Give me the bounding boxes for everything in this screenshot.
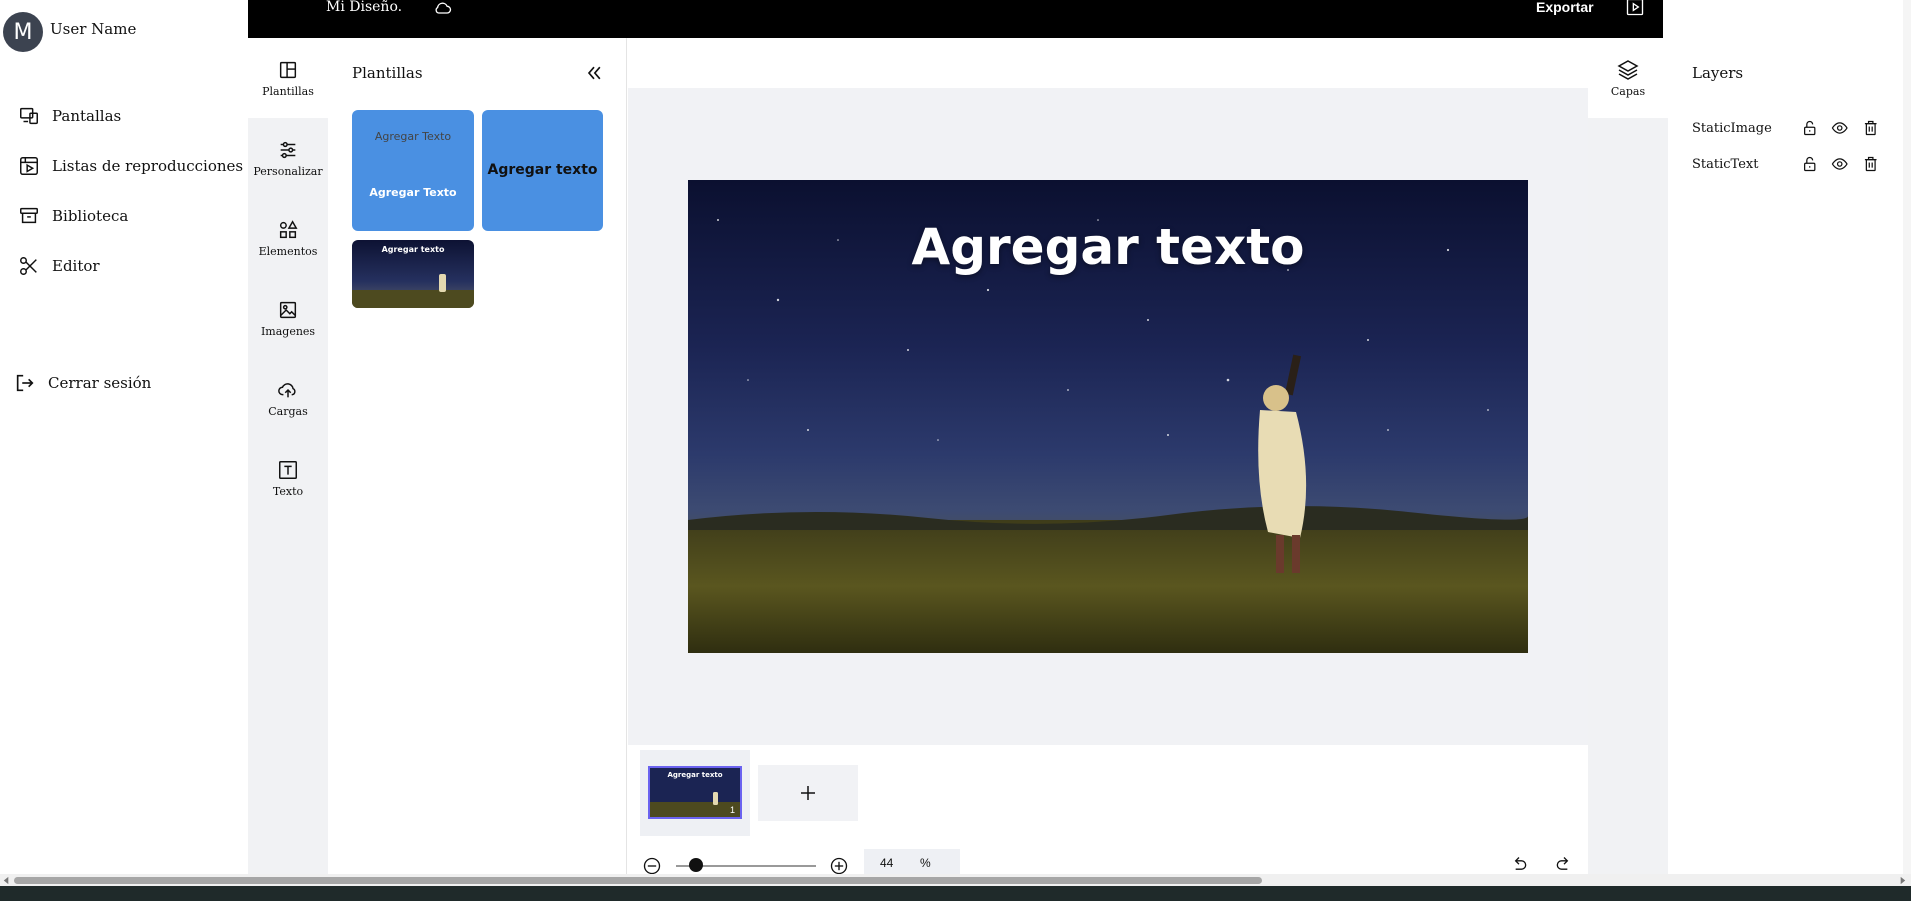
tool-label: Elementos — [258, 244, 318, 258]
top-bar — [248, 0, 1663, 38]
layer-name: StaticText — [1692, 156, 1759, 172]
screens-icon — [20, 107, 38, 125]
playlist-icon — [20, 157, 38, 175]
panel-title: Plantillas — [352, 64, 423, 82]
canvas-toolbar — [628, 38, 1588, 88]
tool-elementos[interactable]: Elementos — [248, 198, 328, 278]
template-text: Agregar Texto — [374, 130, 452, 143]
zoom-unit: % — [920, 856, 931, 870]
tab-label: Capas — [1610, 85, 1646, 98]
tool-texto[interactable]: Texto — [248, 438, 328, 518]
template-card-3[interactable]: Agregar texto — [352, 240, 474, 308]
logout-icon — [16, 374, 34, 392]
vertical-scrollbar[interactable] — [1903, 0, 1911, 874]
preview-play-icon[interactable] — [1625, 0, 1645, 17]
eye-icon[interactable] — [1831, 155, 1848, 173]
trash-icon[interactable] — [1862, 119, 1879, 137]
template-card-2[interactable]: Agregar texto — [482, 110, 603, 231]
layers-rail — [1588, 38, 1668, 874]
tool-label: Plantillas — [262, 84, 314, 98]
image-icon — [279, 301, 297, 318]
trash-icon[interactable] — [1862, 155, 1879, 173]
template-text: Agregar Texto — [369, 186, 457, 199]
zoom-out-icon[interactable] — [642, 856, 662, 876]
horizontal-scrollbar-thumb[interactable] — [14, 877, 1262, 884]
design-title[interactable]: Mi Diseño. — [326, 0, 402, 15]
nav-item-biblioteca[interactable]: Biblioteca — [18, 201, 128, 231]
archive-icon — [20, 207, 38, 224]
layout-icon — [279, 61, 297, 78]
tool-label: Texto — [272, 484, 304, 498]
scissors-icon — [20, 257, 37, 275]
artboard[interactable]: Agregar texto — [688, 180, 1528, 653]
export-button[interactable]: Exportar — [1536, 0, 1594, 15]
avatar[interactable]: M — [3, 12, 43, 52]
tool-label: Cargas — [268, 404, 308, 418]
template-text: Agregar texto — [487, 162, 598, 178]
template-text: Agregar texto — [381, 245, 445, 254]
template-card-1[interactable]: Agregar Texto Agregar Texto — [352, 110, 474, 231]
nav-item-label: Biblioteca — [52, 207, 129, 225]
page-number: 1 — [729, 805, 735, 815]
tool-personalizar[interactable]: Personalizar — [248, 118, 328, 198]
nav-item-editor[interactable]: Editor — [18, 251, 100, 281]
shapes-icon — [279, 219, 298, 238]
scroll-left-arrow-icon[interactable] — [2, 876, 11, 885]
nav-item-label: Listas de reproducciones — [52, 157, 244, 175]
cloud-sync-icon[interactable] — [432, 0, 454, 18]
canvas-heading-text[interactable]: Agregar texto — [688, 218, 1528, 276]
logout-label: Cerrar sesión — [48, 374, 152, 392]
plus-icon — [801, 786, 815, 800]
tool-label: Imagenes — [260, 324, 316, 338]
unlock-icon[interactable] — [1801, 119, 1818, 137]
zoom-input[interactable]: 44 % — [864, 849, 960, 877]
add-page-button[interactable] — [758, 765, 858, 821]
os-taskbar — [0, 886, 1911, 901]
zoom-in-icon[interactable] — [829, 856, 849, 876]
scroll-right-arrow-icon[interactable] — [1898, 876, 1907, 885]
user-name: User Name — [50, 20, 137, 38]
collapse-panel-icon[interactable] — [584, 63, 604, 83]
sliders-icon — [280, 141, 296, 158]
redo-icon[interactable] — [1553, 855, 1575, 875]
layer-row[interactable]: StaticImage — [1692, 115, 1892, 141]
page-thumbnail[interactable]: Agregar texto 1 — [648, 766, 742, 819]
layers-icon — [1617, 60, 1639, 80]
eye-icon[interactable] — [1831, 119, 1848, 137]
upload-cloud-icon — [278, 382, 296, 397]
nav-item-label: Pantallas — [52, 107, 122, 125]
tool-cargas[interactable]: Cargas — [248, 358, 328, 438]
nav-item-pantallas[interactable]: Pantallas — [18, 101, 121, 131]
page-thumb-text: Agregar texto — [667, 771, 723, 779]
layer-name: StaticImage — [1692, 120, 1772, 136]
tool-imagenes[interactable]: Imagenes — [248, 278, 328, 358]
undo-icon[interactable] — [1508, 855, 1530, 875]
layers-title: Layers — [1692, 64, 1744, 82]
nav-item-label: Editor — [52, 257, 100, 275]
tab-capas[interactable]: Capas — [1588, 38, 1668, 118]
tool-plantillas[interactable]: Plantillas — [248, 38, 328, 118]
layer-row[interactable]: StaticText — [1692, 151, 1892, 177]
logout-button[interactable]: Cerrar sesión — [14, 368, 151, 398]
unlock-icon[interactable] — [1801, 155, 1818, 173]
tool-label: Personalizar — [253, 164, 323, 178]
zoom-value[interactable]: 44 — [880, 856, 920, 870]
app-sidebar — [0, 0, 248, 874]
zoom-slider-handle[interactable] — [689, 858, 703, 872]
nav-item-listas[interactable]: Listas de reproducciones — [18, 151, 243, 181]
text-icon — [279, 460, 297, 479]
